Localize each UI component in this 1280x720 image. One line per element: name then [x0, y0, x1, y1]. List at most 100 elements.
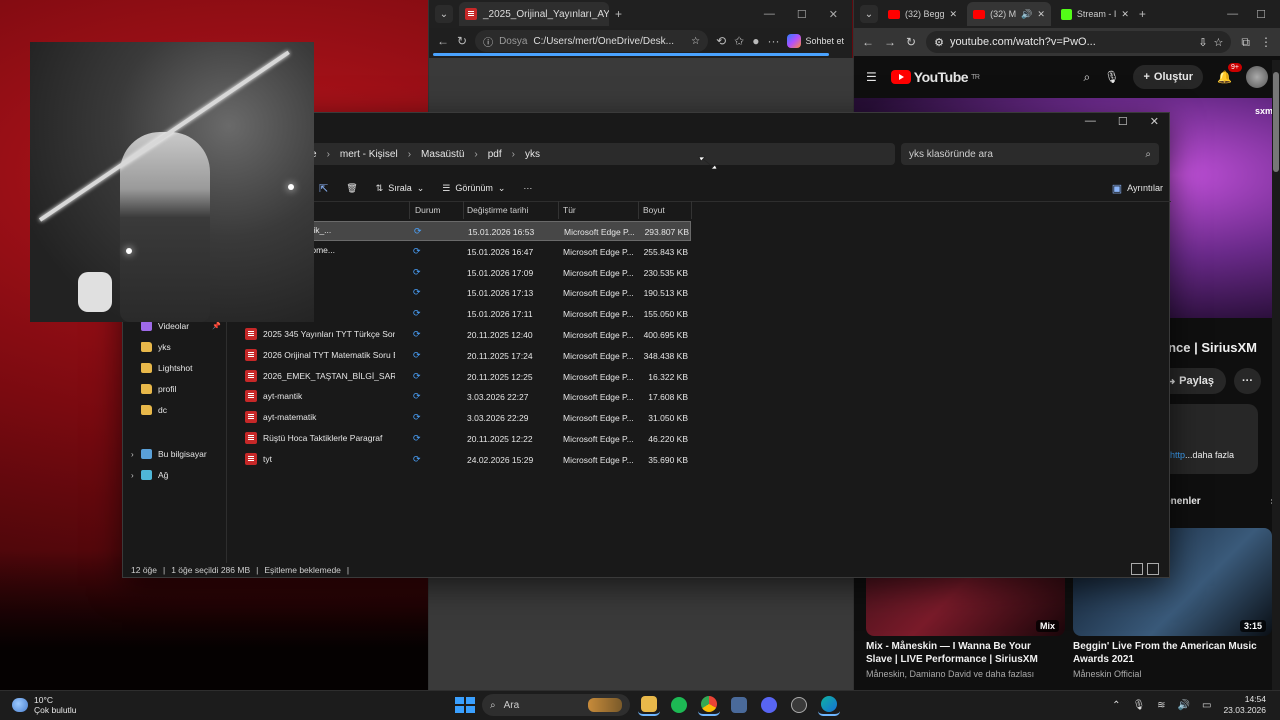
- column-divider[interactable]: [638, 201, 639, 219]
- breadcrumb-separator-icon[interactable]: ›: [474, 149, 477, 160]
- table-row[interactable]: tyt ⟳ 24.02.2026 15:29 Microsoft Edge P... 3…: [235, 450, 691, 470]
- folder-search-input[interactable]: yks klasöründe ara ⌕: [901, 143, 1159, 165]
- more-options-button[interactable]: ···: [523, 183, 532, 193]
- column-divider[interactable]: [409, 201, 410, 219]
- description-link[interactable]: http: [1170, 450, 1185, 460]
- nav-item-dc[interactable]: dc: [141, 405, 221, 415]
- clock[interactable]: 14:54 23.03.2026: [1223, 694, 1266, 716]
- edge-url-field[interactable]: ⓘ Dosya C:/Users/mert/OneDrive/Desk... ☆: [475, 30, 709, 52]
- tab-search-icon[interactable]: ⌄: [860, 5, 878, 23]
- table-row[interactable]: 2026 Orijinal TYT Matematik Soru Bankası…: [235, 346, 691, 366]
- column-type[interactable]: Tür: [563, 205, 576, 219]
- tab-close-icon[interactable]: ✕: [1121, 9, 1129, 20]
- spotify-app[interactable]: [668, 694, 690, 716]
- read-aloud-icon[interactable]: ⟲: [716, 34, 726, 48]
- column-status[interactable]: Durum: [415, 205, 441, 219]
- chrome-tab-kick[interactable]: Stream - I ✕: [1055, 2, 1135, 26]
- share-button[interactable]: ⇱: [319, 182, 328, 195]
- pin-icon[interactable]: 📌: [212, 322, 221, 330]
- search-icon[interactable]: ⌕: [1084, 70, 1091, 85]
- breadcrumb-item[interactable]: mert - Kişisel: [340, 149, 398, 160]
- column-size[interactable]: Boyut: [643, 205, 665, 219]
- taskbar-search[interactable]: ⌕ Ara: [482, 694, 630, 716]
- new-tab-button[interactable]: +: [615, 7, 622, 21]
- nav-item-videolar[interactable]: Videolar 📌: [141, 321, 221, 331]
- nav-item-bu-bilgisayar[interactable]: › Bu bilgisayar: [131, 449, 221, 459]
- favorite-star-icon[interactable]: ☆: [691, 36, 700, 47]
- description-more[interactable]: ...daha fazla: [1185, 450, 1234, 460]
- column-divider[interactable]: [463, 201, 464, 219]
- extensions-icon[interactable]: ⧉: [1241, 35, 1250, 50]
- hamburger-menu-icon[interactable]: ☰: [866, 70, 877, 84]
- edge-tab-pdf[interactable]: _2025_Orijinal_Yayınları_AYT_Mate ✕: [459, 2, 609, 26]
- expand-chevron-icon[interactable]: ›: [131, 471, 134, 480]
- recommendation-title[interactable]: Beggin' Live From the American Music Awa…: [1073, 640, 1272, 666]
- breadcrumb-separator-icon[interactable]: ›: [327, 149, 330, 160]
- tab-close-icon[interactable]: ✕: [1037, 9, 1045, 20]
- site-settings-icon[interactable]: ⚙: [934, 36, 944, 49]
- breadcrumb-item[interactable]: pdf: [488, 149, 502, 160]
- minimize-icon[interactable]: —: [1085, 115, 1096, 131]
- file-explorer-app[interactable]: [638, 694, 660, 716]
- speaker-icon[interactable]: 🔊: [1021, 9, 1032, 20]
- nav-item-yks[interactable]: yks: [141, 342, 221, 352]
- tab-close-icon[interactable]: ✕: [950, 9, 958, 20]
- details-pane-button[interactable]: ▣ Ayrıntılar: [1112, 182, 1163, 195]
- table-row[interactable]: ayt-mantik ⟳ 3.03.2026 22:27 Microsoft Edge…: [235, 387, 691, 407]
- app-button[interactable]: [788, 694, 810, 716]
- column-divider[interactable]: [558, 201, 559, 219]
- favorites-icon[interactable]: ✩: [734, 34, 744, 48]
- edge-app[interactable]: [818, 694, 840, 716]
- discord-app[interactable]: [758, 694, 780, 716]
- wifi-icon[interactable]: ≋: [1157, 700, 1165, 711]
- refresh-icon[interactable]: ↻: [457, 34, 467, 48]
- more-icon[interactable]: ···: [767, 34, 779, 48]
- profile-icon[interactable]: ●: [752, 34, 759, 48]
- table-row[interactable]: 2026_EMEK_TAŞTAN_BİLGİ_SARMAL_39_... ⟳ 20.…: [235, 367, 691, 387]
- breadcrumb-item[interactable]: yks: [525, 149, 540, 160]
- maximize-icon[interactable]: ☐: [797, 8, 807, 21]
- floating-photo[interactable]: [30, 42, 314, 322]
- column-divider[interactable]: [691, 201, 692, 219]
- search-icon[interactable]: ⌕: [1145, 149, 1151, 160]
- view-button[interactable]: ☰ Görünüm ⌄: [442, 183, 505, 194]
- chevron-up-icon[interactable]: ⌃: [1112, 700, 1120, 711]
- copilot-button[interactable]: Sohbet et: [787, 34, 844, 48]
- page-scrollbar[interactable]: [1272, 60, 1280, 690]
- table-row[interactable]: Rüştü Hoca Taktiklerle Paragraf ⟳ 20.11.20…: [235, 429, 691, 449]
- recommendation-title[interactable]: Mix - Måneskin — I Wanna Be Your Slave |…: [866, 640, 1065, 666]
- breadcrumb[interactable]: e › mert - Kişisel › Masaüstü › pdf › yk…: [311, 143, 895, 165]
- scrollbar-thumb[interactable]: [1273, 72, 1279, 172]
- close-icon[interactable]: ✕: [829, 8, 838, 21]
- refresh-icon[interactable]: ↻: [906, 35, 916, 49]
- breadcrumb-separator-icon[interactable]: ›: [512, 149, 515, 160]
- breadcrumb-item[interactable]: Masaüstü: [421, 149, 464, 160]
- chrome-app[interactable]: [698, 694, 720, 716]
- minimize-icon[interactable]: —: [764, 8, 775, 21]
- back-icon[interactable]: ←: [862, 35, 874, 49]
- notifications-bell-icon[interactable]: 🔔 9+: [1217, 63, 1242, 84]
- chrome-url-field[interactable]: ⚙ youtube.com/watch?v=PwO... ⇩ ☆: [926, 31, 1232, 53]
- start-button[interactable]: [452, 694, 475, 716]
- account-avatar[interactable]: [1246, 66, 1268, 88]
- volume-icon[interactable]: 🔊: [1178, 700, 1190, 711]
- chrome-tab-youtube-2[interactable]: (32) M 🔊 ✕: [967, 2, 1051, 26]
- youtube-logo[interactable]: YouTube TR: [890, 69, 980, 85]
- steam-app[interactable]: [728, 694, 750, 716]
- install-icon[interactable]: ⇩: [1198, 36, 1207, 49]
- nav-item-ağ[interactable]: › Ağ: [131, 470, 221, 480]
- microphone-icon[interactable]: 🎙: [1132, 700, 1145, 711]
- details-view-icon[interactable]: [1131, 563, 1143, 575]
- microphone-icon[interactable]: 🎙: [1104, 70, 1119, 84]
- minimize-icon[interactable]: —: [1227, 8, 1238, 21]
- nav-item-lightshot[interactable]: Lightshot: [141, 363, 221, 373]
- column-date[interactable]: Değiştirme tarihi: [467, 205, 528, 219]
- new-tab-button[interactable]: +: [1139, 7, 1146, 21]
- weather-widget[interactable]: 10°C Çok bulutlu: [12, 695, 77, 715]
- more-actions-button[interactable]: ···: [1234, 368, 1261, 394]
- create-button[interactable]: + Oluştur: [1133, 65, 1204, 89]
- expand-chevron-icon[interactable]: ›: [131, 450, 134, 459]
- table-row[interactable]: ayt-matematik ⟳ 3.03.2026 22:29 Microsoft E…: [235, 408, 691, 428]
- menu-icon[interactable]: ⋮: [1260, 35, 1272, 49]
- table-row[interactable]: 2025 345 Yayınları TYT Türkçe Soru Banka…: [235, 325, 691, 345]
